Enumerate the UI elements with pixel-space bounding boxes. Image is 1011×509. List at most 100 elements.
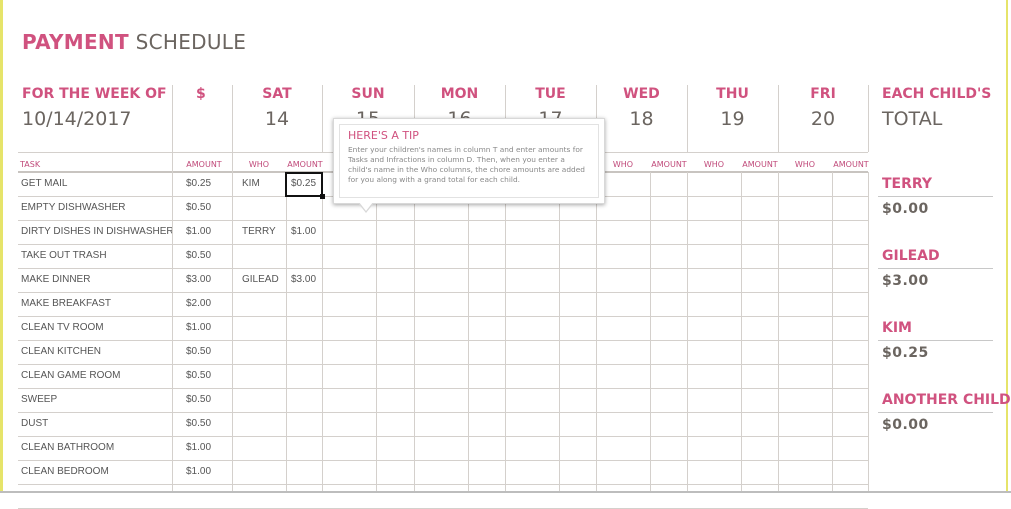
day-name-thu: THU xyxy=(716,86,749,102)
task-amount[interactable]: $2.00 xyxy=(186,292,211,316)
totals-title: TOTAL xyxy=(882,108,943,130)
tip-title: HERE'S A TIP xyxy=(348,129,419,142)
day-name-tue: TUE xyxy=(535,86,566,102)
header-divider xyxy=(687,85,688,152)
child-divider xyxy=(878,340,993,341)
task-name[interactable]: DIRTY DISHES IN DISHWASHER xyxy=(21,220,174,244)
header-divider xyxy=(322,85,323,152)
task-amount[interactable]: $0.50 xyxy=(186,244,211,268)
child-name: KIM xyxy=(882,320,912,336)
fill-handle[interactable] xyxy=(320,194,325,199)
child-total: $3.00 xyxy=(882,273,929,289)
task-name[interactable]: CLEAN BATHROOM xyxy=(21,436,114,460)
sat-who[interactable]: KIM xyxy=(242,172,260,196)
column-divider xyxy=(596,172,597,492)
task-amount[interactable]: $0.50 xyxy=(186,196,211,220)
day-date-wed: 18 xyxy=(629,108,654,130)
dollar-header: $ xyxy=(196,86,206,102)
column-divider xyxy=(232,152,233,492)
child-total: $0.00 xyxy=(882,417,929,433)
task-name[interactable]: CLEAN KITCHEN xyxy=(21,340,101,364)
day-name-sun: SUN xyxy=(351,86,385,102)
task-name[interactable]: CLEAN BEDROOM xyxy=(21,460,109,484)
day-date-thu: 19 xyxy=(720,108,745,130)
task-name[interactable]: TAKE OUT TRASH xyxy=(21,244,107,268)
child-name: ANOTHER CHILD xyxy=(882,392,1011,408)
task-name[interactable]: EMPTY DISHWASHER xyxy=(21,196,125,220)
task-name[interactable]: GET MAIL xyxy=(21,172,68,196)
child-divider xyxy=(878,412,993,413)
column-divider xyxy=(414,172,415,492)
sat-who[interactable]: TERRY xyxy=(242,220,276,244)
task-name[interactable]: MAKE BREAKFAST xyxy=(21,292,111,316)
task-name[interactable]: CLEAN TV ROOM xyxy=(21,316,104,340)
header-divider xyxy=(172,85,173,152)
header-divider xyxy=(232,85,233,152)
totals-label: EACH CHILD'S xyxy=(882,86,992,102)
column-divider xyxy=(505,172,506,492)
child-total: $0.00 xyxy=(882,201,929,217)
day-amount-column-header: AMOUNT xyxy=(287,160,323,169)
child-total: $0.25 xyxy=(882,345,929,361)
who-column-header: WHO xyxy=(703,160,725,169)
task-amount[interactable]: $1.00 xyxy=(186,460,211,484)
tip-callout: HERE'S A TIP Enter your children's names… xyxy=(333,118,605,204)
title-rest: SCHEDULE xyxy=(135,30,247,54)
day-date-fri: 20 xyxy=(810,108,836,130)
column-divider xyxy=(741,172,742,492)
task-name[interactable]: MAKE DINNER xyxy=(21,268,90,292)
column-divider xyxy=(687,172,688,492)
task-amount[interactable]: $3.00 xyxy=(186,268,211,292)
page-title: PAYMENT SCHEDULE xyxy=(22,30,246,54)
tip-text: Enter your children's names in column T … xyxy=(348,145,585,184)
column-divider xyxy=(868,172,869,492)
bottom-edge xyxy=(0,491,1011,493)
day-amount-column-header: AMOUNT xyxy=(651,160,687,169)
task-amount[interactable]: $1.00 xyxy=(186,316,211,340)
week-date[interactable]: 10/14/2017 xyxy=(22,108,132,130)
day-name-fri: FRI xyxy=(810,86,836,102)
child-name: GILEAD xyxy=(882,248,940,264)
sat-amount[interactable]: $3.00 xyxy=(291,268,316,292)
column-divider xyxy=(286,172,287,492)
header-divider xyxy=(778,85,779,152)
day-name-wed: WED xyxy=(623,86,660,102)
header-divider xyxy=(868,85,869,152)
column-divider xyxy=(778,172,779,492)
sat-amount[interactable]: $1.00 xyxy=(291,220,316,244)
task-name[interactable]: DUST xyxy=(21,412,48,436)
column-divider xyxy=(559,172,560,492)
task-amount[interactable]: $0.25 xyxy=(186,172,211,196)
day-amount-column-header: AMOUNT xyxy=(742,160,778,169)
child-divider xyxy=(878,196,993,197)
task-amount[interactable]: $1.00 xyxy=(186,436,211,460)
tip-pointer-inner xyxy=(359,202,373,211)
column-divider xyxy=(650,172,651,492)
child-divider xyxy=(878,268,993,269)
day-name-sat: SAT xyxy=(262,86,292,102)
task-amount[interactable]: $0.50 xyxy=(186,388,211,412)
day-name-mon: MON xyxy=(440,86,479,102)
task-amount[interactable]: $0.50 xyxy=(186,412,211,436)
column-divider xyxy=(832,172,833,492)
day-amount-column-header: AMOUNT xyxy=(833,160,869,169)
task-name[interactable]: CLEAN GAME ROOM xyxy=(21,364,120,388)
title-bold: PAYMENT xyxy=(22,30,129,54)
task-amount[interactable]: $1.00 xyxy=(186,220,211,244)
task-amount[interactable]: $0.50 xyxy=(186,364,211,388)
day-date-sat: 14 xyxy=(264,108,290,130)
week-label: FOR THE WEEK OF xyxy=(22,86,167,102)
task-name[interactable]: SWEEP xyxy=(21,388,57,412)
amount-column-header: AMOUNT xyxy=(186,160,222,169)
selected-cell[interactable] xyxy=(285,172,323,197)
column-divider xyxy=(376,172,377,492)
task-amount[interactable]: $0.50 xyxy=(186,340,211,364)
who-column-header: WHO xyxy=(794,160,816,169)
child-name: TERRY xyxy=(882,176,933,192)
sat-who[interactable]: GILEAD xyxy=(242,268,279,292)
column-divider xyxy=(468,172,469,492)
column-divider xyxy=(322,172,323,492)
task-column-header: TASK xyxy=(20,160,41,169)
column-divider xyxy=(172,152,173,492)
left-border xyxy=(0,0,3,492)
